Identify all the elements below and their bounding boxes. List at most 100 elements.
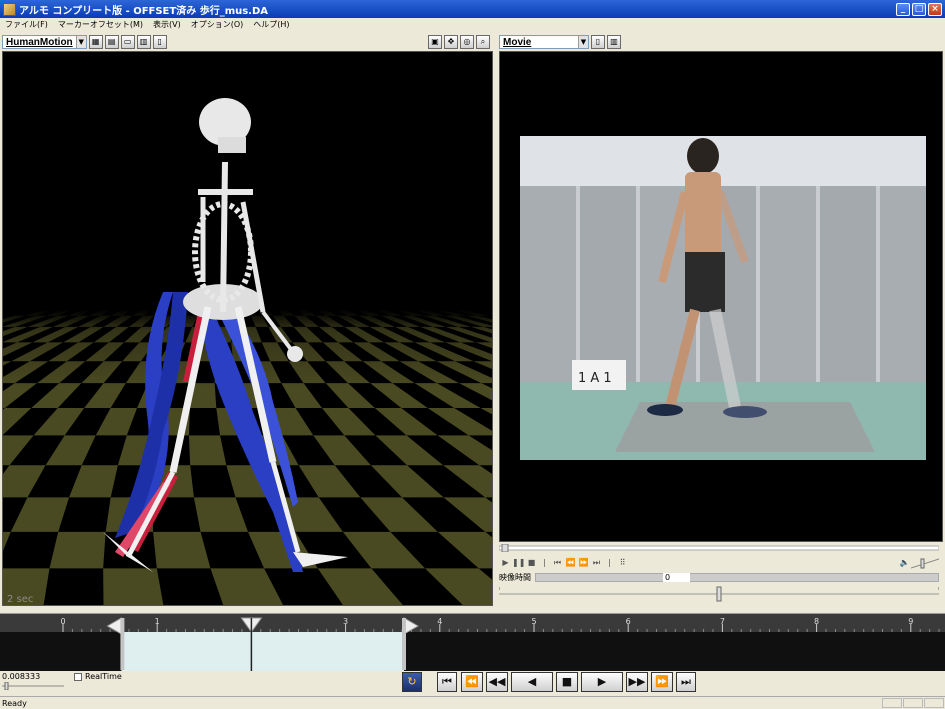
volume-icon[interactable]: 🔈 [898,557,911,569]
movie-position-slider[interactable] [498,543,940,553]
floor-tile [103,568,164,605]
menu-marker-offset[interactable]: マーカーオフセット(M) [53,19,148,30]
skip-end-icon[interactable]: ⏭ [590,557,603,569]
chevron-down-icon: ▼ [578,36,588,48]
app-window: アルモ コンプリート版 - OFFSET済み 歩行_mus.DA _ □ × フ… [0,0,945,709]
loop-icon[interactable]: ↻ [402,672,422,692]
window-title: アルモ コンプリート版 - OFFSET済み 歩行_mus.DA [19,5,269,17]
end-marker-handle [402,618,407,670]
stop-icon[interactable]: ■ [525,557,538,569]
movie-time-value: 0 [663,572,691,582]
menu-help[interactable]: ヘルプ(H) [248,19,294,30]
view-type-label: HumanMotion [6,36,73,48]
3d-scene: 2 sec [3,52,492,605]
human-motion-panel: HumanMotion ▼ ▦ ▤ ▭ ▥ ▯ ▣ ✥ ◎ ⌕ 2 sec [0,31,496,607]
status-cell [882,698,902,708]
status-text: Ready [2,698,27,708]
timeline-tick-label: 3 [343,617,348,626]
start-marker-handle [120,618,125,670]
floor-tile [153,531,211,569]
frames-icon[interactable]: ⠿ [616,557,629,569]
play-icon[interactable]: ▶ [499,557,512,569]
print-icon[interactable]: ▥ [607,35,621,49]
step-forward-icon[interactable]: ⏩ [651,672,673,692]
volume-slider[interactable] [911,557,939,569]
step-back-icon[interactable]: ⏪ [461,672,483,692]
movie-select-label: Movie [503,36,532,48]
skip-start-icon[interactable]: ⏮ [551,557,564,569]
timeline-tick-label: 8 [814,617,819,626]
menu-bar: ファイル(F) マーカーオフセット(M) 表示(V) オプション(O) ヘルプ(… [0,18,945,31]
timeline-tick-label: 4 [437,617,442,626]
rotate-icon[interactable]: ◎ [460,35,474,49]
pause-icon[interactable]: ❚❚ [512,557,525,569]
timeline-tick-label: 5 [531,617,536,626]
timeline-selection [121,632,405,671]
overlay-time: 2 sec [7,594,33,605]
realtime-label: RealTime [85,672,122,681]
floor-tile [188,435,227,466]
rewind-icon[interactable]: ⏪ [564,557,577,569]
play-reverse-icon[interactable]: ◀ [511,672,553,692]
movie-frame: 1 A 1 [500,52,942,541]
grid-icon[interactable]: ▦ [88,35,103,49]
skip-last-icon[interactable]: ⏭ [676,672,696,692]
timeline[interactable]: 0123456789 [0,613,945,671]
3d-viewport[interactable]: 2 sec [2,51,493,606]
movie-select[interactable]: Movie ▼ [499,35,589,49]
movie-panel: Movie ▼ ▯ ▥ 1 A 1 ▶ ❚❚ ■ | ⏮ ⏪ ⏩ ⏭ | ⠿ 🔈… [497,31,945,607]
realtime-checkbox[interactable] [74,672,82,681]
document-icon[interactable]: ▯ [152,35,167,49]
timeline-tick-label: 0 [60,617,65,626]
print-icon[interactable]: ▥ [136,35,151,49]
movie-toolbar: Movie ▼ ▯ ▥ [497,33,945,51]
timeline-track: 0123456789 [0,614,945,671]
window-icon[interactable]: ▤ [104,35,119,49]
minimize-button[interactable]: _ [896,2,910,16]
timeline-tick-label: 7 [720,617,725,626]
movie-viewport[interactable]: 1 A 1 [499,51,943,542]
movie-offset-slider[interactable] [498,586,940,602]
camera-icon[interactable]: ▣ [428,35,442,49]
view-type-select[interactable]: HumanMotion ▼ [2,35,87,49]
app-icon [3,2,16,16]
speed-slider[interactable] [2,682,64,690]
close-button[interactable]: × [928,2,942,16]
movie-time-row: 映像時間 0 [499,572,939,582]
chevron-down-icon: ▼ [75,36,86,48]
video-image: 1 A 1 [520,136,926,460]
play-icon[interactable]: ▶ [581,672,623,692]
move-icon[interactable]: ✥ [444,35,458,49]
fast-forward-icon[interactable]: ⏩ [577,557,590,569]
movie-controls: ▶ ❚❚ ■ | ⏮ ⏪ ⏩ ⏭ | ⠿ 🔈 [499,555,939,571]
movie-time-label: 映像時間 [499,572,531,582]
maximize-button[interactable]: □ [912,2,926,16]
separator: | [543,558,546,567]
movie-time-bar[interactable]: 0 [535,572,939,582]
fast-forward-icon[interactable]: ▶▶ [626,672,648,692]
frame-time-value: 0.008333 [2,672,41,681]
zoom-icon[interactable]: ⌕ [476,35,490,49]
movie-offset-track [498,586,940,602]
stop-icon[interactable]: ■ [556,672,578,692]
timeline-ruler [0,614,945,632]
rewind-icon[interactable]: ◀◀ [486,672,508,692]
realtime-option[interactable]: RealTime [74,672,122,681]
separator: | [608,558,611,567]
floor-tile [49,531,106,569]
title-bar: アルモ コンプリート版 - OFFSET済み 歩行_mus.DA _ □ × [0,0,945,18]
playback-bar: 0.008333 RealTime ↻ ⏮ ⏪ ◀◀ ◀ ■ ▶ ▶▶ ⏩ ⏭ [0,671,945,695]
menu-file[interactable]: ファイル(F) [0,19,53,30]
status-bar: Ready [0,696,945,709]
menu-options[interactable]: オプション(O) [186,19,249,30]
folder-icon[interactable]: ▭ [120,35,135,49]
menu-view[interactable]: 表示(V) [148,19,186,30]
status-cell [924,698,944,708]
placard-label: 1 A 1 [578,371,612,386]
skip-first-icon[interactable]: ⏮ [437,672,457,692]
timeline-tick-label: 9 [908,617,913,626]
human-motion-toolbar: HumanMotion ▼ ▦ ▤ ▭ ▥ ▯ ▣ ✥ ◎ ⌕ [0,33,496,51]
timeline-tick-label: 1 [155,617,160,626]
document-icon[interactable]: ▯ [591,35,605,49]
timeline-tick-label: 6 [626,617,631,626]
